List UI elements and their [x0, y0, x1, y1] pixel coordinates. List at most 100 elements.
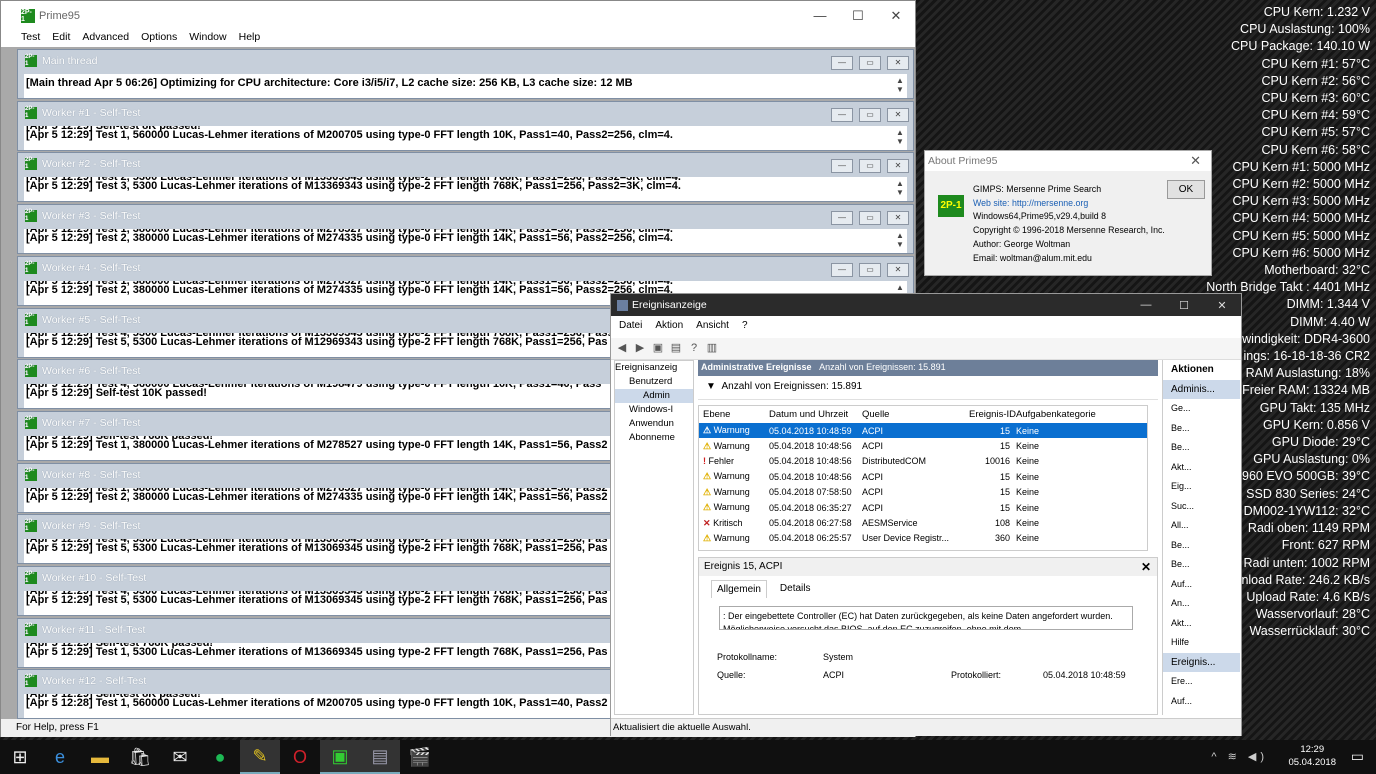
column-header[interactable]: Datum und Uhrzeit	[769, 409, 862, 420]
start-button-icon[interactable]: ⊞	[0, 740, 40, 774]
scroll-arrows-icon[interactable]: ▲▼	[895, 76, 905, 94]
menu-help[interactable]: ?	[742, 320, 748, 334]
action-item[interactable]: Akt...	[1163, 614, 1240, 634]
action-item[interactable]: Adminis...	[1163, 379, 1240, 399]
back-icon[interactable]: ◀	[615, 341, 629, 355]
worker-log[interactable]: [Main thread Apr 5 06:26] Optimizing for…	[24, 74, 907, 98]
menu-help[interactable]: Help	[239, 31, 261, 47]
system-tray-icons[interactable]: ^ ≋ ◀)	[1211, 750, 1268, 763]
tab-allgemein[interactable]: Allgemein	[711, 580, 767, 598]
show-hide-tree-icon[interactable]: ▤	[669, 341, 683, 355]
maximize-button[interactable]: ☐	[839, 8, 877, 24]
clock[interactable]: 12:29 05.04.2018	[1288, 743, 1336, 769]
maximize-button[interactable]: ▭	[859, 56, 881, 70]
worker-log[interactable]: [Apr 5 12:29] Self-test 8K passed! [Apr 5…	[24, 125, 907, 150]
minimize-button[interactable]: —	[831, 211, 853, 226]
scroll-arrows-icon[interactable]: ▲▼	[895, 179, 905, 197]
show-hide-actions-icon[interactable]: ▥	[705, 341, 719, 355]
table-row[interactable]: ⚠ Warnung 05.04.2018 06:25:57 User Device …	[699, 531, 1147, 546]
tree-item-root[interactable]: Ereignisanzeig	[615, 361, 693, 375]
prime95-taskbar-icon[interactable]: ▣	[320, 740, 360, 774]
worker-log[interactable]: [Apr 5 12:29] Test 2, 5300 Lucas-Lehmer …	[24, 177, 907, 202]
tree-item-subscriptions[interactable]: Abonneme	[615, 431, 693, 445]
worker-window[interactable]: 2P-1 Worker #3 - Self-Test — ▭ ✕ [Apr 5 12:29…	[17, 204, 914, 255]
menu-ansicht[interactable]: Ansicht	[696, 320, 729, 334]
help-icon[interactable]: ?	[687, 341, 701, 355]
maximize-button[interactable]: ▭	[859, 211, 881, 226]
action-item[interactable]: An...	[1163, 594, 1240, 614]
action-item[interactable]: Ere...	[1163, 672, 1240, 692]
tree-item-custom-views[interactable]: Benutzerd	[615, 375, 693, 389]
scroll-arrows-icon[interactable]: ▲▼	[895, 231, 905, 249]
close-icon[interactable]: ✕	[1141, 560, 1151, 574]
worker-title[interactable]: 2P-1 Main thread	[18, 50, 913, 72]
table-row[interactable]: ⚠ Warnung 05.04.2018 06:35:27 ACPI 15 Keine	[699, 500, 1147, 515]
column-header[interactable]: Ereignis-ID	[969, 409, 1016, 420]
action-item[interactable]: Auf...	[1163, 575, 1240, 595]
worker-title[interactable]: 2P-1 Worker #2 - Self-Test	[18, 153, 913, 175]
tree-item-admin[interactable]: Admin	[615, 389, 693, 403]
minimize-button[interactable]: —	[831, 107, 853, 122]
minimize-button[interactable]: —	[831, 262, 853, 277]
table-row[interactable]: ⚠ Warnung 05.04.2018 10:48:56 ACPI 15 Keine	[699, 469, 1147, 484]
maximize-button[interactable]: ▭	[859, 262, 881, 277]
menu-edit[interactable]: Edit	[52, 31, 70, 47]
action-item[interactable]: All...	[1163, 516, 1240, 536]
table-row[interactable]: ! Fehler 05.04.2018 10:48:56 DistributedCO…	[699, 454, 1147, 469]
menu-options[interactable]: Options	[141, 31, 177, 47]
worker-log[interactable]: [Apr 5 12:29] Test 1, 380000 Lucas-Lehme…	[24, 229, 907, 254]
menu-window[interactable]: Window	[189, 31, 226, 47]
mail-icon[interactable]: ✉	[160, 740, 200, 774]
column-header[interactable]: Ebene	[699, 409, 769, 420]
worker-window[interactable]: 2P-1 Worker #2 - Self-Test — ▭ ✕ [Apr 5 12:29…	[17, 152, 914, 203]
menu-datei[interactable]: Datei	[619, 320, 642, 334]
menu-test[interactable]: Test	[21, 31, 40, 47]
action-item[interactable]: Hilfe	[1163, 633, 1240, 653]
prime95-titlebar[interactable]: 2P-1 Prime95 — ☐ ✕	[1, 1, 915, 31]
minimize-button[interactable]: —	[1127, 299, 1165, 312]
edge-icon[interactable]: e	[40, 740, 80, 774]
hwinfo-icon[interactable]: ✎	[240, 740, 280, 774]
table-row[interactable]: ⚠ Warnung 05.04.2018 10:48:59 ACPI 15 Keine	[699, 423, 1147, 439]
action-item[interactable]: Eig...	[1163, 477, 1240, 497]
minimize-button[interactable]: —	[831, 56, 853, 70]
store-icon[interactable]: 🛍	[120, 740, 160, 774]
ev-titlebar[interactable]: Ereignisanzeige — ☐ ✕	[611, 294, 1241, 316]
column-header[interactable]: Quelle	[862, 409, 969, 420]
menu-advanced[interactable]: Advanced	[82, 31, 129, 47]
about-title[interactable]: About Prime95	[925, 151, 1211, 171]
notification-icon[interactable]: ▭	[1351, 748, 1364, 765]
worker-title[interactable]: 2P-1 Worker #4 - Self-Test	[18, 257, 913, 279]
maximize-button[interactable]: ☐	[1165, 299, 1203, 312]
action-item[interactable]: Ge...	[1163, 399, 1240, 419]
column-header[interactable]: Aufgabenkategorie	[1016, 409, 1116, 420]
action-item[interactable]: Be...	[1163, 555, 1240, 575]
worker-window[interactable]: 2P-1 Worker #1 - Self-Test — ▭ ✕ [Apr 5 12:29…	[17, 100, 914, 151]
worker-title[interactable]: 2P-1 Worker #1 - Self-Test	[18, 102, 913, 124]
close-button[interactable]: ✕	[887, 211, 909, 226]
close-button[interactable]: ✕	[1203, 299, 1241, 312]
close-button[interactable]: ✕	[887, 262, 909, 277]
tab-details[interactable]: Details	[775, 580, 816, 598]
worker-title[interactable]: 2P-1 Worker #3 - Self-Test	[18, 205, 913, 227]
action-item[interactable]: Be...	[1163, 419, 1240, 439]
close-button[interactable]: ✕	[887, 107, 909, 122]
minimize-button[interactable]: —	[831, 159, 853, 174]
opera-icon[interactable]: O	[280, 740, 320, 774]
action-item[interactable]: Suc...	[1163, 497, 1240, 517]
action-item[interactable]: Be...	[1163, 438, 1240, 458]
video-editor-icon[interactable]: 🎬	[400, 740, 440, 774]
event-description[interactable]: : Der eingebettete Controller (EC) hat D…	[719, 606, 1133, 630]
event-viewer-taskbar-icon[interactable]: ▤	[360, 740, 400, 774]
file-explorer-icon[interactable]: ▬	[80, 740, 120, 774]
ok-button[interactable]: OK	[1167, 180, 1205, 199]
folder-up-icon[interactable]: ▣	[651, 341, 665, 355]
tree-item-windows-logs[interactable]: Windows-l	[615, 403, 693, 417]
maximize-button[interactable]: ▭	[859, 107, 881, 122]
close-button[interactable]: ✕	[887, 159, 909, 174]
forward-icon[interactable]: ▶	[633, 341, 647, 355]
close-icon[interactable]: ✕	[1190, 153, 1201, 169]
maximize-button[interactable]: ▭	[859, 159, 881, 174]
table-row[interactable]: ✕ Kritisch 05.04.2018 06:27:58 AESMService…	[699, 515, 1147, 530]
website-link[interactable]: Web site: http://mersenne.org	[973, 197, 1165, 211]
